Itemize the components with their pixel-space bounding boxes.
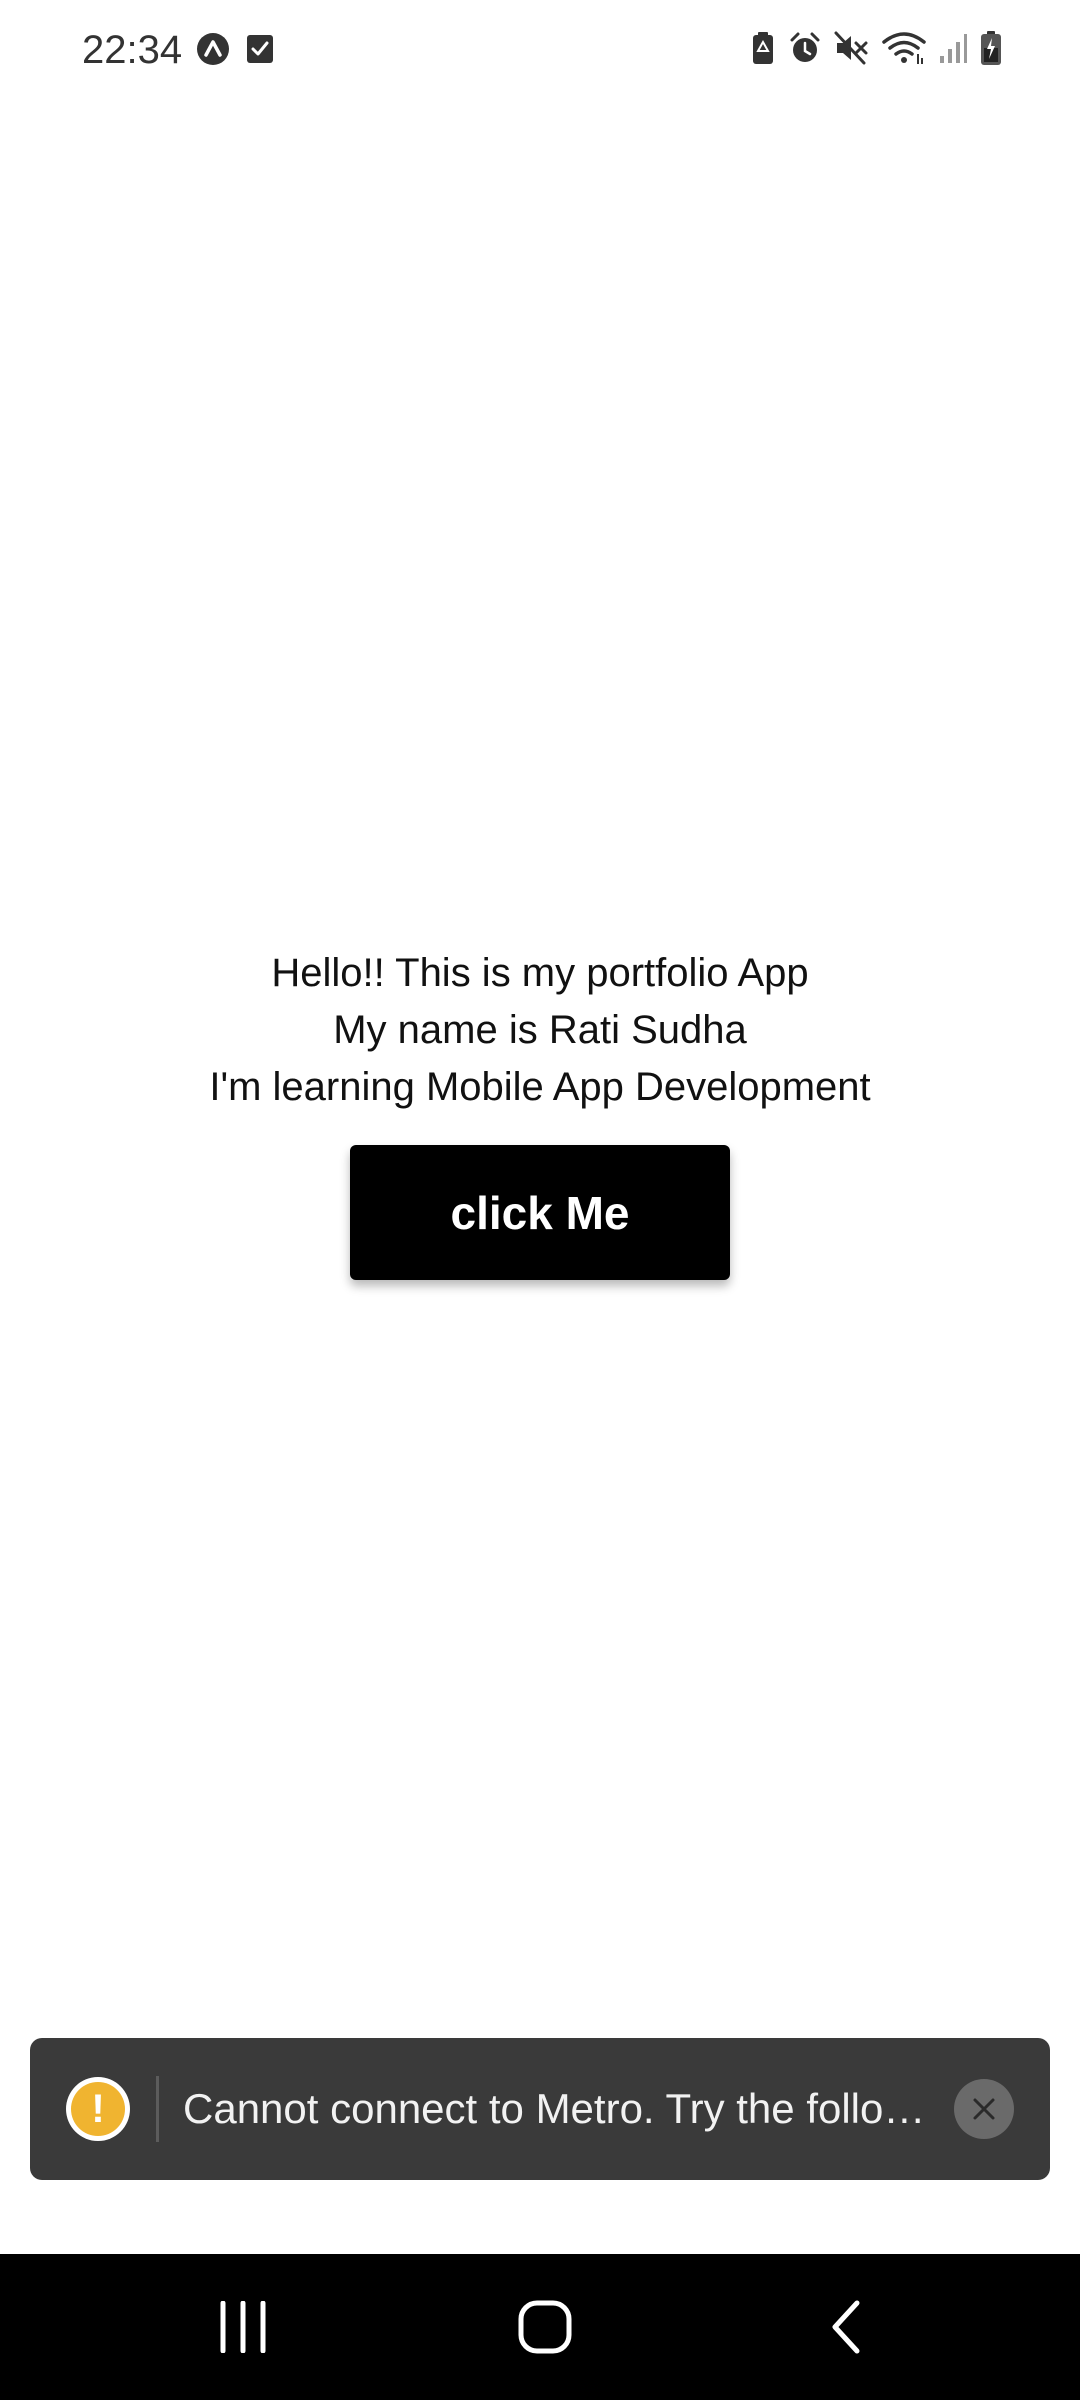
metro-warning-toast[interactable]: ! Cannot connect to Metro. Try the follo… [30, 2038, 1050, 2180]
status-left-icons [196, 32, 274, 66]
wifi-icon [882, 30, 926, 66]
warning-glyph: ! [71, 2082, 125, 2136]
name-text: My name is Rati Sudha [333, 1008, 747, 1052]
checkbox-notification-icon [246, 34, 274, 64]
home-icon[interactable] [445, 2254, 645, 2400]
back-icon[interactable] [747, 2254, 947, 2400]
status-right-icons [750, 30, 1002, 66]
greeting-text: Hello!! This is my portfolio App [271, 951, 809, 995]
mute-icon [834, 31, 870, 65]
toast-divider [156, 2076, 159, 2142]
intro-text-block: Hello!! This is my portfolio App My name… [0, 945, 1080, 1116]
alarm-icon [788, 31, 822, 65]
close-icon[interactable] [954, 2079, 1014, 2139]
recent-apps-icon[interactable] [143, 2254, 343, 2400]
click-me-button[interactable]: click Me [350, 1145, 730, 1280]
battery-charging-icon [980, 30, 1002, 66]
navigation-bar [0, 2254, 1080, 2400]
expo-icon [196, 32, 230, 66]
battery-saver-icon [750, 31, 776, 65]
signal-icon [938, 32, 968, 64]
toast-message[interactable]: Cannot connect to Metro. Try the follo… [183, 2082, 963, 2136]
status-bar: 22:34 [0, 0, 1080, 100]
status-time: 22:34 [82, 28, 183, 72]
warning-icon: ! [66, 2077, 130, 2141]
learning-text: I'm learning Mobile App Development [209, 1065, 871, 1109]
